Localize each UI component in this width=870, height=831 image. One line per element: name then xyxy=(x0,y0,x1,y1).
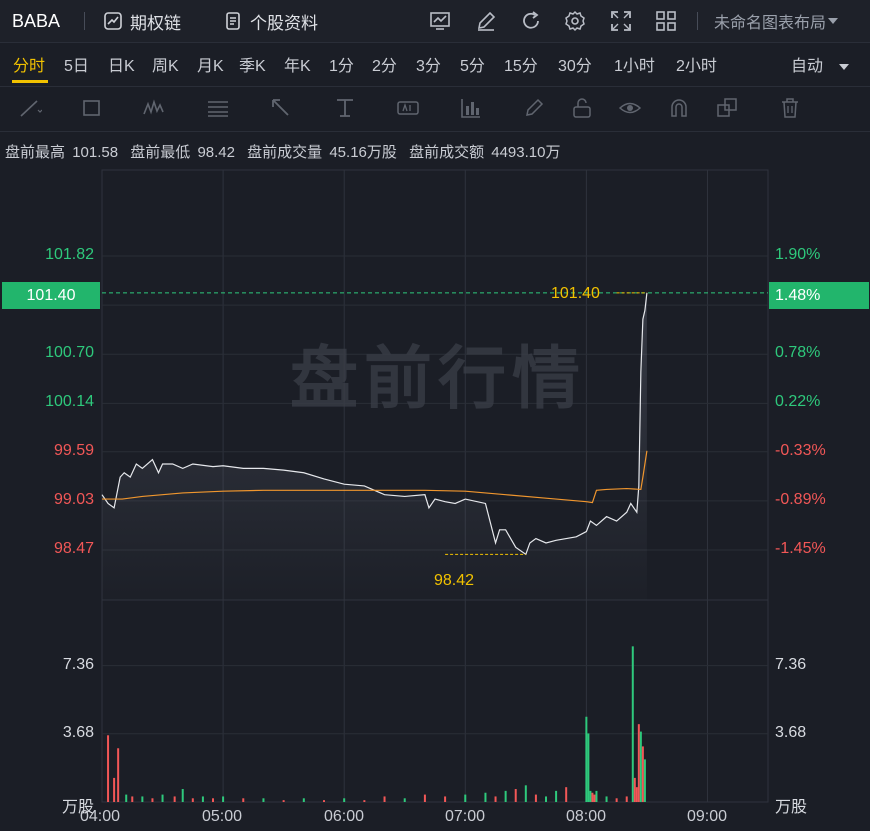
volume-bar xyxy=(383,796,386,802)
volume-bar xyxy=(212,798,214,802)
price-tick-label: 98.47 xyxy=(53,539,94,557)
volume-bar xyxy=(641,746,644,802)
volume-bar xyxy=(587,733,590,802)
volume-bar xyxy=(302,798,305,802)
time-tick-label: 05:00 xyxy=(202,808,243,825)
volume-bar xyxy=(635,787,638,802)
volume-bar xyxy=(504,790,507,802)
volume-bar xyxy=(181,789,184,802)
volume-bar xyxy=(585,716,588,802)
volume-bar xyxy=(631,646,634,802)
high-marker: 101.40 xyxy=(551,285,600,302)
volume-bar xyxy=(262,798,265,802)
volume-bar xyxy=(637,724,640,802)
volume-bar xyxy=(555,790,558,802)
volume-bar xyxy=(444,796,447,802)
volume-bar xyxy=(242,798,245,802)
volume-bar xyxy=(524,785,527,802)
volume-bar xyxy=(125,794,128,802)
time-tick-label: 04:00 xyxy=(80,808,121,825)
volume-bar xyxy=(514,789,517,802)
volume-bar xyxy=(595,790,598,802)
watermark: 盘前行情 xyxy=(290,341,587,417)
price-tick-label: 101.82 xyxy=(45,246,94,263)
volume-bar xyxy=(565,787,568,802)
low-marker: 98.42 xyxy=(434,572,475,589)
pct-tick-label: -0.89% xyxy=(775,490,826,508)
current-pct-tag: 1.48% xyxy=(769,282,869,309)
volume-bar xyxy=(639,731,642,802)
price-tick-label: 99.03 xyxy=(53,490,94,508)
volume-bar xyxy=(323,800,325,802)
volume-bar xyxy=(151,798,154,802)
time-tick-label: 07:00 xyxy=(445,808,486,825)
time-tick-label: 08:00 xyxy=(566,808,607,825)
volume-unit-label-right: 万股 xyxy=(775,799,808,816)
price-tick-label: 100.70 xyxy=(45,344,94,362)
volume-tick-label-right: 3.68 xyxy=(775,723,807,741)
volume-bar xyxy=(131,796,134,802)
volume-bar xyxy=(161,794,164,802)
volume-bar xyxy=(282,800,285,802)
volume-tick-label-right: 7.36 xyxy=(775,655,807,673)
volume-bar xyxy=(625,796,628,802)
volume-bar xyxy=(591,792,594,802)
volume-bar xyxy=(113,777,116,802)
volume-bar xyxy=(343,798,346,802)
pct-tick-label: 0.22% xyxy=(775,393,821,411)
volume-bar xyxy=(593,794,596,802)
pct-tick-label: 1.90% xyxy=(775,246,821,263)
volume-bar xyxy=(484,792,487,802)
volume-bar xyxy=(534,794,537,802)
volume-bar xyxy=(141,796,144,802)
volume-tick-label: 7.36 xyxy=(62,655,94,673)
volume-bar xyxy=(633,777,636,802)
volume-bar xyxy=(589,790,592,802)
volume-bar xyxy=(222,796,225,802)
price-tick-label: 100.14 xyxy=(45,393,94,411)
volume-bar xyxy=(615,798,618,802)
volume-bar xyxy=(117,748,120,802)
volume-bar xyxy=(403,798,406,802)
volume-bar xyxy=(363,800,366,802)
current-price-tag: 101.40 xyxy=(2,282,100,309)
time-tick-label: 09:00 xyxy=(687,808,728,825)
volume-bar xyxy=(191,798,194,802)
volume-tick-label: 3.68 xyxy=(62,723,94,741)
volume-bar xyxy=(643,759,646,802)
volume-bar xyxy=(423,794,426,802)
volume-bar xyxy=(107,735,110,802)
pct-tick-label: -0.33% xyxy=(775,441,826,459)
volume-bar xyxy=(173,796,176,802)
volume-bar xyxy=(201,796,204,802)
pct-tick-label: 0.78% xyxy=(775,344,821,362)
price-tick-label: 99.59 xyxy=(53,441,94,459)
volume-bar xyxy=(464,794,467,802)
time-tick-label: 06:00 xyxy=(324,808,365,825)
pct-tick-label: -1.45% xyxy=(775,539,826,557)
volume-bar xyxy=(605,796,608,802)
volume-bar xyxy=(494,796,497,802)
volume-bar xyxy=(545,796,547,802)
